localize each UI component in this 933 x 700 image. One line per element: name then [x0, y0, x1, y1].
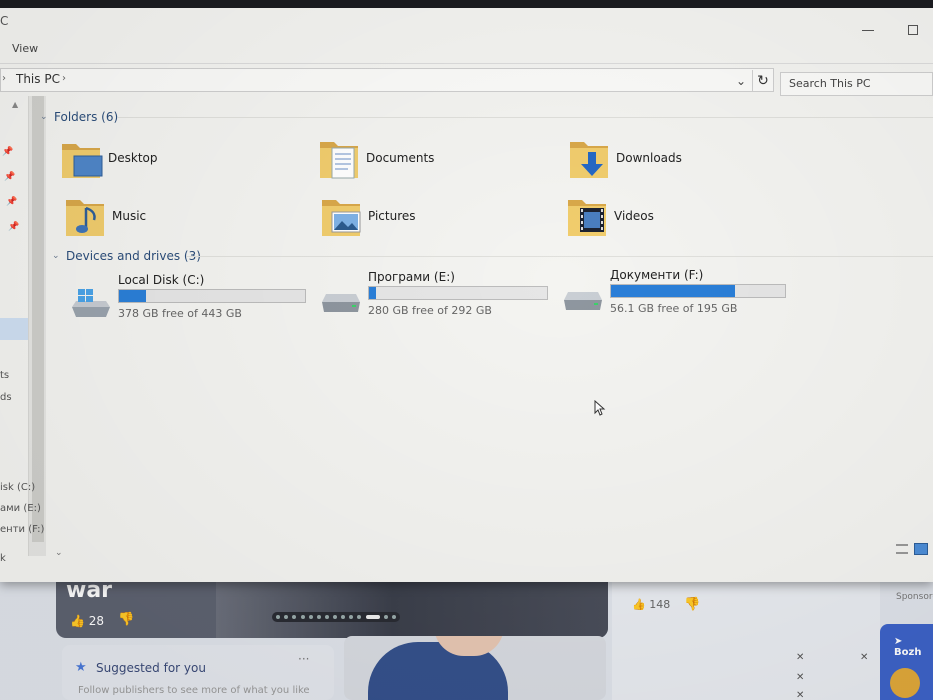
- folder-downloads[interactable]: Downloads: [568, 138, 768, 186]
- drive-name: Local Disk (C:): [118, 273, 205, 287]
- large-icons-view-icon[interactable]: [914, 543, 928, 555]
- drive-usage-fill: [119, 290, 147, 302]
- drive-free-space: 56.1 GB free of 195 GB: [610, 302, 738, 315]
- drives-group-header[interactable]: Devices and drives (3): [66, 249, 201, 263]
- folder-label: Music: [112, 209, 147, 223]
- chevron-down-icon[interactable]: ⌄: [52, 251, 60, 261]
- folder-pictures[interactable]: Pictures: [320, 196, 520, 244]
- folder-label: Downloads: [616, 151, 682, 165]
- nav-item-selected[interactable]: [0, 318, 28, 340]
- drive-free-space: 280 GB free of 292 GB: [368, 304, 492, 317]
- sponsored-label: Sponsore: [896, 592, 933, 602]
- drive-usage-fill: [611, 285, 735, 297]
- music-folder-icon: [66, 200, 104, 236]
- mouse-cursor-icon: [594, 400, 606, 416]
- ribbon-tab-view[interactable]: View: [12, 42, 38, 55]
- folder-label: Videos: [614, 209, 654, 223]
- pin-icon[interactable]: 📌: [6, 197, 17, 207]
- drive-usage-bar: [368, 286, 548, 300]
- group-divider: [186, 256, 933, 257]
- chevron-down-icon[interactable]: ⌄: [736, 74, 746, 88]
- drive-name: Документи (F:): [610, 268, 704, 282]
- drive-usage-bar: [610, 284, 786, 298]
- like-count: 28: [88, 614, 105, 628]
- refresh-icon[interactable]: ↻: [752, 70, 773, 92]
- folder-desktop[interactable]: Desktop: [60, 138, 260, 186]
- nav-item-programs-drive[interactable]: ами (E:): [0, 503, 41, 514]
- drive-usage-fill: [369, 287, 377, 299]
- nav-item-local-disk[interactable]: isk (C:): [0, 482, 35, 493]
- folder-videos[interactable]: Videos: [566, 196, 766, 244]
- chevron-right-icon[interactable]: ›: [2, 73, 6, 84]
- drive-local-disk-c[interactable]: Local Disk (C:) 378 GB free of 443 GB: [68, 273, 308, 321]
- pin-icon[interactable]: 📌: [8, 222, 19, 232]
- nav-scrollbar-thumb[interactable]: [32, 96, 44, 542]
- search-placeholder: Search This PC: [789, 77, 871, 90]
- address-bar[interactable]: [0, 68, 774, 92]
- ribbon-divider: [0, 63, 933, 64]
- pin-icon[interactable]: 📌: [4, 172, 15, 182]
- folder-documents[interactable]: Documents: [318, 138, 518, 186]
- star-icon: ★: [75, 660, 87, 675]
- folder-label: Pictures: [368, 209, 416, 223]
- desktop-folder-icon: [62, 144, 103, 178]
- folder-music[interactable]: Music: [64, 196, 264, 244]
- chevron-up-icon[interactable]: ▲: [12, 100, 18, 109]
- nav-item-documents-drive[interactable]: енти (F:): [0, 524, 44, 535]
- news-card-image-2[interactable]: [344, 636, 606, 700]
- nav-item[interactable]: ds: [0, 392, 12, 403]
- folder-label: Desktop: [108, 151, 158, 165]
- dislike-icon[interactable]: 👎: [118, 612, 134, 627]
- promo-card-text: ➤ Bozh: [894, 636, 922, 658]
- pictures-folder-icon: [322, 200, 361, 236]
- news-card-right[interactable]: [612, 565, 880, 700]
- close-icon[interactable]: ✕: [860, 652, 868, 663]
- videos-folder-icon: [568, 200, 606, 236]
- dislike-icon-right[interactable]: 👎: [684, 597, 700, 612]
- like-button-right[interactable]: 👍 148: [632, 598, 670, 611]
- carousel-dots[interactable]: [272, 612, 400, 622]
- downloads-folder-icon: [570, 142, 608, 178]
- hard-drive-icon: [322, 294, 360, 312]
- window-title: C: [0, 14, 9, 28]
- breadcrumb-this-pc[interactable]: This PC: [16, 72, 60, 86]
- like-button[interactable]: 👍 28: [70, 614, 104, 628]
- drive-name: Програми (E:): [368, 270, 455, 284]
- suggested-subtitle: Follow publishers to see more of what yo…: [78, 685, 310, 696]
- chevron-right-icon[interactable]: ›: [62, 73, 66, 84]
- group-divider: [118, 117, 933, 118]
- close-icon[interactable]: ✕: [796, 652, 804, 663]
- nav-item-network[interactable]: k: [0, 553, 6, 564]
- folders-group-header[interactable]: Folders (6): [54, 110, 118, 124]
- details-view-icon[interactable]: [896, 544, 908, 554]
- drive-free-space: 378 GB free of 443 GB: [118, 307, 242, 320]
- window-top-edge: [0, 0, 933, 8]
- minimize-button[interactable]: [862, 30, 874, 31]
- close-icon[interactable]: ✕: [796, 672, 804, 683]
- close-icon[interactable]: ✕: [796, 690, 804, 700]
- drive-documents-f[interactable]: Документи (F:) 56.1 GB free of 195 GB: [560, 268, 800, 316]
- documents-folder-icon: [320, 142, 358, 179]
- windows-drive-icon: [72, 289, 110, 317]
- like-count-right: 148: [649, 598, 671, 611]
- drive-usage-bar: [118, 289, 306, 303]
- maximize-button[interactable]: [908, 25, 918, 35]
- suggested-title: Suggested for you: [96, 661, 206, 675]
- pin-icon[interactable]: 📌: [2, 147, 13, 157]
- hard-drive-icon: [564, 292, 602, 310]
- more-options-icon[interactable]: ···: [298, 652, 309, 666]
- drive-programs-e[interactable]: Програми (E:) 280 GB free of 292 GB: [318, 270, 558, 318]
- folder-label: Documents: [366, 151, 435, 165]
- nav-item[interactable]: ts: [0, 370, 9, 381]
- chevron-down-icon[interactable]: ⌄: [55, 548, 63, 558]
- chevron-down-icon[interactable]: ⌄: [40, 112, 48, 122]
- avatar: [890, 668, 920, 698]
